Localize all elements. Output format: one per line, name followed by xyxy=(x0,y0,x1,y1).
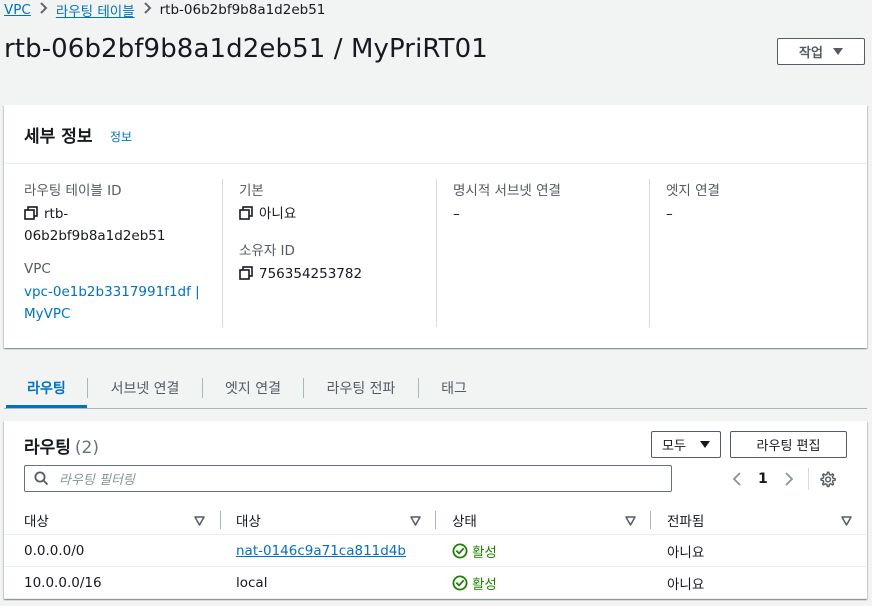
routes-title: 라우팅 xyxy=(24,438,71,458)
sort-caret-icon[interactable] xyxy=(841,514,852,530)
caret-down-icon xyxy=(832,48,843,55)
page-title: rtb-06b2bf9b8a1d2eb51 / MyPriRT01 xyxy=(4,34,488,64)
route-propagated: 아니요 xyxy=(667,576,705,593)
chevron-left-icon[interactable] xyxy=(732,471,742,487)
tab-routes[interactable]: 라우팅 xyxy=(6,370,87,408)
details-heading: 세부 정보 xyxy=(24,127,93,147)
edge-label: 엣지 연결 xyxy=(666,183,720,199)
vpc-link-line2: MyVPC xyxy=(24,306,71,322)
details-col-main: 기본 아니요 소유자 ID 756354253782 xyxy=(222,179,439,327)
page-number[interactable]: 1 xyxy=(758,471,768,487)
filter-select[interactable]: 모두 xyxy=(651,431,721,458)
vpc-link-line1: vpc-0e1b2b3317991f1df | xyxy=(24,284,200,300)
status-success-icon xyxy=(452,543,472,559)
main-label: 기본 xyxy=(239,183,264,199)
chevron-right-icon[interactable] xyxy=(784,471,794,487)
routes-search-input[interactable] xyxy=(57,470,661,490)
owner-value-text: 756354253782 xyxy=(259,266,363,282)
details-header: 세부 정보 정보 xyxy=(4,105,867,164)
copy-icon[interactable] xyxy=(239,205,253,220)
copy-icon[interactable] xyxy=(239,265,253,280)
route-table-id-value: rtb- 06b2bf9b8a1d2eb51 xyxy=(24,203,219,247)
pagination: 1 xyxy=(732,467,836,491)
column-header-status[interactable]: 상태 xyxy=(452,505,622,534)
route-table-id-line2: 06b2bf9b8a1d2eb51 xyxy=(24,228,166,244)
route-table-id-line1: rtb- xyxy=(44,206,69,222)
vpc-label: VPC xyxy=(24,261,51,277)
owner-value: 756354253782 xyxy=(239,263,439,285)
copy-icon[interactable] xyxy=(24,205,38,220)
route-destination: 0.0.0.0/0 xyxy=(24,542,85,559)
route-propagated: 아니요 xyxy=(667,544,705,561)
tab-edge-associations[interactable]: 엣지 연결 xyxy=(203,370,303,406)
route-target-link[interactable]: nat-0146c9a71ca811d4b xyxy=(236,543,406,559)
explicit-subnet-value: – xyxy=(453,206,460,222)
table-row: 10.0.0.0/16 local 활성 아니요 xyxy=(4,567,867,599)
routes-table-header: 대상 대상 상태 전파됨 xyxy=(4,505,867,535)
column-header-target[interactable]: 대상 xyxy=(236,505,416,534)
sort-caret-icon[interactable] xyxy=(625,514,636,530)
filter-select-value: 모두 xyxy=(662,439,686,454)
settings-gear-icon[interactable] xyxy=(819,471,836,488)
tab-route-propagation[interactable]: 라우팅 전파 xyxy=(304,370,418,406)
tab-bar: 라우팅 서브넷 연결 엣지 연결 라우팅 전파 태그 xyxy=(4,370,867,409)
caret-down-icon xyxy=(700,441,710,448)
edit-routes-button[interactable]: 라우팅 편집 xyxy=(730,431,847,458)
details-col-id: 라우팅 테이블 ID rtb- 06b2bf9b8a1d2eb51 VPC vp… xyxy=(24,179,219,327)
route-status: 활성 xyxy=(452,535,497,566)
column-divider xyxy=(220,511,221,529)
actions-button[interactable]: 작업 xyxy=(777,38,865,65)
chevron-right-icon xyxy=(143,2,152,18)
column-divider xyxy=(435,511,436,529)
routes-count: (2) xyxy=(74,438,100,458)
explicit-subnet-label: 명시적 서브넷 연결 xyxy=(453,183,561,199)
details-col-subnet: 명시적 서브넷 연결 – xyxy=(436,179,651,327)
edit-routes-button-label: 라우팅 편집 xyxy=(756,439,821,454)
vpc-link[interactable]: vpc-0e1b2b3317991f1df | MyVPC xyxy=(24,281,219,325)
breadcrumb-vpc-link[interactable]: VPC xyxy=(4,2,31,18)
column-header-propagated[interactable]: 전파됨 xyxy=(667,505,837,534)
route-status-text: 활성 xyxy=(472,576,497,593)
main-value: 아니요 xyxy=(239,203,439,225)
breadcrumb-route-tables-link[interactable]: 라우팅 테이블 xyxy=(56,0,135,20)
owner-label: 소유자 ID xyxy=(239,243,295,259)
edge-value: – xyxy=(666,206,673,222)
routes-panel: 라우팅(2) 모두 라우팅 편집 1 대상 xyxy=(4,421,867,599)
table-row: 0.0.0.0/0 nat-0146c9a71ca811d4b 활성 아니요 xyxy=(4,535,867,567)
route-destination: 10.0.0.0/16 xyxy=(24,574,102,591)
column-divider xyxy=(650,511,651,529)
routes-heading: 라우팅 (2) xyxy=(24,433,99,458)
sort-caret-icon[interactable] xyxy=(194,514,205,530)
details-col-edge: 엣지 연결 – xyxy=(649,179,866,327)
routes-search xyxy=(24,465,672,492)
route-target: local xyxy=(236,574,268,591)
details-panel: 세부 정보 정보 라우팅 테이블 ID rtb- 06b2bf9b8a1d2eb… xyxy=(4,105,867,348)
search-icon xyxy=(34,471,49,490)
details-info-link[interactable]: 정보 xyxy=(110,128,132,145)
route-status-text: 활성 xyxy=(472,544,497,561)
status-success-icon xyxy=(452,575,472,591)
column-header-destination[interactable]: 대상 xyxy=(24,505,204,534)
chevron-right-icon xyxy=(39,2,48,18)
tab-subnet-associations[interactable]: 서브넷 연결 xyxy=(88,370,202,406)
main-value-text: 아니요 xyxy=(259,206,297,222)
actions-button-label: 작업 xyxy=(799,46,823,61)
breadcrumb: VPC 라우팅 테이블 rtb-06b2bf9b8a1d2eb51 xyxy=(4,0,325,20)
tab-tags[interactable]: 태그 xyxy=(419,370,489,406)
pager-divider xyxy=(807,468,809,490)
breadcrumb-current: rtb-06b2bf9b8a1d2eb51 xyxy=(159,2,326,18)
sort-caret-icon[interactable] xyxy=(410,514,421,530)
route-status: 활성 xyxy=(452,567,497,598)
route-table-id-label: 라우팅 테이블 ID xyxy=(24,183,122,199)
